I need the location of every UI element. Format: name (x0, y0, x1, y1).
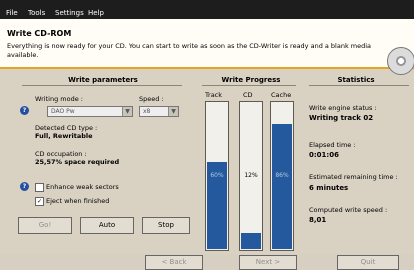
cache-label: Cache (271, 91, 292, 99)
help-icon[interactable]: ? (20, 106, 29, 115)
wizard-header: Write CD-ROM Everything is now ready for… (0, 19, 414, 75)
cd-progress-text: 12% (244, 172, 258, 179)
occupation-label: CD occupation : (35, 150, 87, 158)
bottom-navigation: < Back Next > Quit (0, 254, 414, 270)
divider (202, 85, 296, 86)
enhance-weak-sectors-label: Enhance weak sectors (46, 183, 119, 191)
writing-mode-value: DAO Pw (51, 108, 75, 115)
chevron-down-icon[interactable]: ▼ (122, 107, 132, 116)
next-button[interactable]: Next > (239, 255, 297, 270)
write-progress-title: Write Progress (221, 76, 281, 84)
auto-button[interactable]: Auto (80, 217, 134, 234)
elapsed-time-label: Elapsed time : (309, 141, 356, 149)
enhance-weak-sectors-checkbox[interactable] (35, 183, 44, 192)
speed-select[interactable]: x8 ▼ (139, 106, 179, 117)
write-speed-label: Computed write speed : (309, 206, 388, 214)
cd-progress-fill (241, 233, 261, 249)
detected-type-label: Detected CD type : (35, 124, 98, 132)
menu-tools[interactable]: Tools (28, 9, 45, 17)
menu-settings[interactable]: Settings (55, 9, 84, 17)
quit-button[interactable]: Quit (337, 255, 399, 270)
speed-value: x8 (143, 108, 151, 115)
cache-progress-fill (272, 123, 292, 249)
menu-file[interactable]: File (6, 9, 18, 17)
chevron-down-icon[interactable]: ▼ (168, 107, 178, 116)
elapsed-time-value: 0:01:06 (309, 151, 339, 159)
divider (309, 85, 409, 86)
cd-icon (387, 47, 414, 75)
track-label: Track (205, 91, 223, 99)
write-parameters-title: Write parameters (68, 76, 138, 84)
eject-when-finished-label: Eject when finished (46, 197, 110, 205)
menu-bar: File Tools Settings Help (0, 0, 414, 19)
engine-status-value: Writing track 02 (309, 114, 374, 122)
writing-mode-label: Writing mode : (35, 95, 83, 103)
detected-type-value: Full, Rewritable (35, 132, 93, 140)
occupation-value: 25,57% space required (35, 158, 120, 166)
speed-label: Speed : (139, 95, 164, 103)
page-title: Write CD-ROM (7, 29, 72, 38)
engine-status-label: Write engine status : (309, 104, 377, 112)
cache-progress-bar: 86% (270, 101, 294, 251)
cd-progress-bar: 12% (239, 101, 263, 251)
go-button[interactable]: Go! (18, 217, 72, 234)
write-speed-value: 8,01 (309, 216, 327, 224)
track-progress-bar: 60% (205, 101, 229, 251)
writing-mode-select[interactable]: DAO Pw ▼ (47, 106, 133, 117)
statistics-title: Statistics (337, 76, 375, 84)
eject-when-finished-checkbox[interactable]: ✓ (35, 197, 44, 206)
track-progress-text: 60% (210, 172, 224, 179)
remaining-time-label: Estimated remaining time : (309, 173, 398, 181)
cd-label: CD (243, 91, 253, 99)
stop-button[interactable]: Stop (142, 217, 190, 234)
page-description: Everything is now ready for your CD. You… (7, 42, 372, 59)
back-button[interactable]: < Back (145, 255, 203, 270)
help-icon[interactable]: ? (20, 182, 29, 191)
remaining-time-value: 6 minutes (309, 184, 349, 192)
menu-help[interactable]: Help (88, 9, 104, 17)
divider (22, 85, 182, 86)
cache-progress-text: 86% (275, 172, 289, 179)
